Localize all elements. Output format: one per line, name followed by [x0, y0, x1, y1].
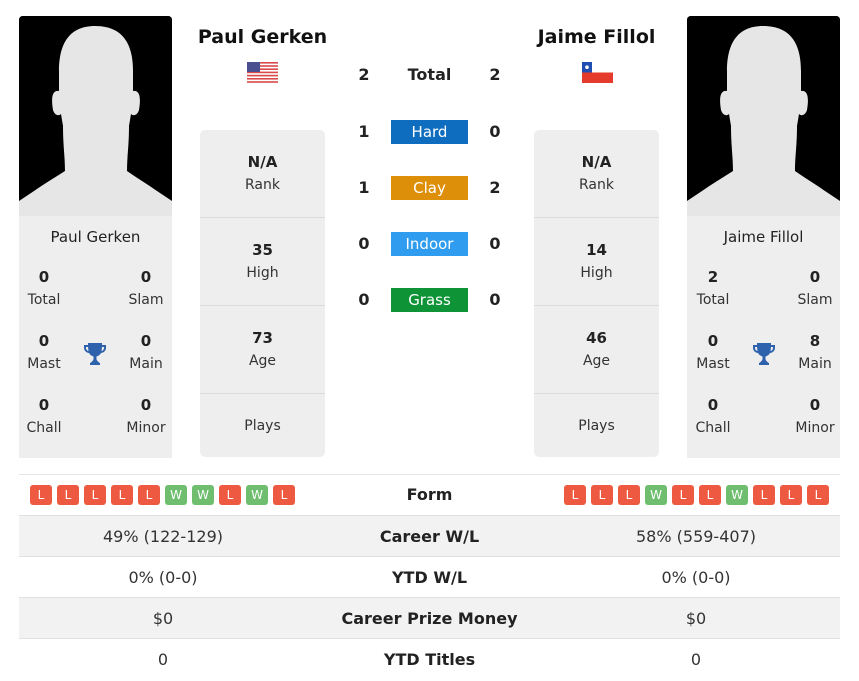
- player2-titles-main: 8 Main: [798, 332, 832, 372]
- player2-form-badge-loss[interactable]: L: [672, 485, 694, 505]
- player2-high: 14 High: [534, 218, 659, 306]
- h2h-grass-p2: 0: [489, 290, 501, 309]
- player2-photo: [687, 16, 840, 216]
- player2-form-badge-loss[interactable]: L: [780, 485, 802, 505]
- player2-form-badge-loss[interactable]: L: [591, 485, 613, 505]
- player1-titles-box: Paul Gerken 0 Total 0 Slam 0 Mast 0 Main…: [19, 216, 172, 458]
- trophy-icon: [84, 343, 106, 365]
- player1-titles-chall: 0 Chall: [26, 396, 62, 436]
- h2h-clay-p1: 1: [358, 178, 370, 197]
- player2-form-badge-loss[interactable]: L: [618, 485, 640, 505]
- stat-row-career-wl: 49% (122-129) Career W/L 58% (559-407): [19, 515, 840, 556]
- player2-form-badge-win[interactable]: W: [645, 485, 667, 505]
- player1-photo: [19, 16, 172, 216]
- player2-plays: Plays: [578, 418, 615, 434]
- player2-rank: N/A Rank: [534, 130, 659, 218]
- h2h-indoor-p2: 0: [489, 234, 501, 253]
- h2h-surface-row: 1 Hard 0: [345, 120, 515, 144]
- player1-ytd-titles: 0: [157, 650, 169, 669]
- player2-titles-chall: 0 Chall: [695, 396, 731, 436]
- player2-ytd-wl: 0% (0-0): [661, 568, 731, 587]
- player1-titles-main: 0 Main: [129, 332, 163, 372]
- player2-form-badge-loss[interactable]: L: [807, 485, 829, 505]
- h2h-surface-row: 0 Indoor 0: [345, 232, 515, 256]
- player1-info-box: N/A Rank 35 High 73 Age Plays: [200, 130, 325, 457]
- usa-flag-icon: [247, 62, 278, 83]
- player1-plays: Plays: [244, 418, 281, 434]
- stat-label: YTD Titles: [383, 650, 476, 669]
- h2h-total-label: Total: [407, 65, 452, 84]
- player2-titles-total: 2 Total: [696, 268, 730, 308]
- player1-caption[interactable]: Paul Gerken: [19, 228, 172, 246]
- player2-form-badge-loss[interactable]: L: [564, 485, 586, 505]
- stat-label: YTD W/L: [391, 568, 468, 587]
- stat-row-ytd-titles: 0 YTD Titles 0: [19, 638, 840, 679]
- silhouette-icon: [687, 16, 840, 216]
- player1-titles-total: 0 Total: [27, 268, 61, 308]
- player2-titles-minor: 0 Minor: [795, 396, 835, 436]
- player2-info-box: N/A Rank 14 High 46 Age Plays: [534, 130, 659, 457]
- player1-ytd-wl: 0% (0-0): [128, 568, 198, 587]
- stat-label: Career W/L: [379, 527, 480, 546]
- chile-flag-icon: [582, 62, 613, 83]
- player2-form-badge-win[interactable]: W: [726, 485, 748, 505]
- player1-prize-money: $0: [152, 609, 174, 628]
- stat-row-ytd-wl: 0% (0-0) YTD W/L 0% (0-0): [19, 556, 840, 597]
- surface-grass-badge[interactable]: Grass: [391, 288, 468, 312]
- player2-form-badge-loss[interactable]: L: [699, 485, 721, 505]
- player2-ytd-titles: 0: [690, 650, 702, 669]
- player2-titles-slam: 0 Slam: [797, 268, 833, 308]
- player2-form-badge-loss[interactable]: L: [753, 485, 775, 505]
- h2h-hard-p1: 1: [358, 122, 370, 141]
- trophy-icon: [753, 343, 775, 365]
- player1-high: 35 High: [200, 218, 325, 306]
- stat-label: Career Prize Money: [341, 609, 518, 628]
- h2h-hard-p2: 0: [489, 122, 501, 141]
- h2h-total-row: 2 Total 2: [345, 63, 515, 87]
- stat-row-prize-money: $0 Career Prize Money $0: [19, 597, 840, 638]
- player2-prize-money: $0: [685, 609, 707, 628]
- h2h-grass-p1: 0: [358, 290, 370, 309]
- player2-titles-mast: 0 Mast: [696, 332, 730, 372]
- player2-titles-box: Jaime Fillol 2 Total 0 Slam 0 Mast 8 Mai…: [687, 216, 840, 458]
- player1-age: 73 Age: [200, 306, 325, 394]
- player2-age: 46 Age: [534, 306, 659, 394]
- h2h-surface-row: 0 Grass 0: [345, 288, 515, 312]
- player1-titles-slam: 0 Slam: [128, 268, 164, 308]
- player2-career-wl: 58% (559-407): [636, 527, 756, 546]
- silhouette-icon: [19, 16, 172, 216]
- player2-caption[interactable]: Jaime Fillol: [687, 228, 840, 246]
- h2h-clay-p2: 2: [489, 178, 501, 197]
- h2h-total-p2: 2: [489, 65, 501, 84]
- surface-clay-badge[interactable]: Clay: [391, 176, 468, 200]
- player1-titles-minor: 0 Minor: [126, 396, 166, 436]
- player1-titles-mast: 0 Mast: [27, 332, 61, 372]
- player1-career-wl: 49% (122-129): [103, 527, 223, 546]
- surface-indoor-badge[interactable]: Indoor: [391, 232, 468, 256]
- h2h-surface-row: 1 Clay 2: [345, 176, 515, 200]
- h2h-indoor-p1: 0: [358, 234, 370, 253]
- surface-hard-badge[interactable]: Hard: [391, 120, 468, 144]
- player1-name[interactable]: Paul Gerken: [185, 26, 340, 48]
- form-row: LLLLLWWLWL Form LLLWLLWLLL: [19, 474, 840, 515]
- h2h-total-p1: 2: [358, 65, 370, 84]
- player1-rank: N/A Rank: [200, 130, 325, 218]
- player2-form: LLLWLLWLLL: [564, 485, 829, 505]
- player2-name[interactable]: Jaime Fillol: [519, 26, 674, 48]
